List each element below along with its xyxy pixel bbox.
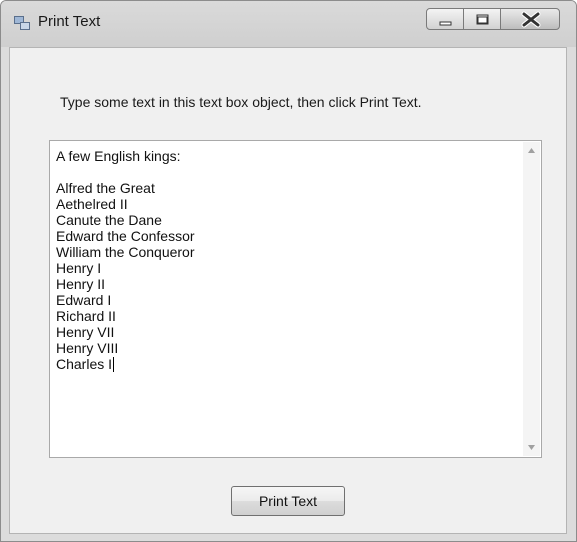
print-text-button[interactable]: Print Text: [231, 486, 345, 516]
textbox-line: Henry VII: [56, 324, 115, 340]
caption-buttons: [426, 8, 566, 34]
window-title: Print Text: [38, 13, 101, 30]
textbox-line: Canute the Dane: [56, 212, 162, 228]
arrow-up-icon: [528, 148, 535, 153]
textbox-line: William the Conqueror: [56, 244, 195, 260]
textbox-line: Richard II: [56, 308, 116, 324]
print-text-textbox[interactable]: A few English kings:​Alfred the GreatAet…: [49, 140, 542, 458]
textbox-line: ​: [56, 164, 195, 180]
textbox-line: Aethelred II: [56, 196, 128, 212]
maximize-icon: [476, 14, 489, 25]
textbox-line: Henry VIII: [56, 340, 119, 356]
title-bar[interactable]: Print Text: [1, 1, 576, 47]
scroll-down-button[interactable]: [523, 439, 540, 456]
form-client-area: Type some text in this text box object, …: [9, 47, 567, 534]
form-window-icon[interactable]: [14, 16, 30, 30]
vertical-scrollbar[interactable]: [523, 142, 540, 456]
textbox-last-line: Charles I: [56, 356, 195, 372]
textbox-line: Henry I: [56, 260, 102, 276]
arrow-down-icon: [528, 445, 535, 450]
textbox-line: Edward I: [56, 292, 112, 308]
text-caret: [113, 357, 115, 372]
instruction-label: Type some text in this text box object, …: [60, 94, 422, 110]
minimize-button[interactable]: [426, 8, 464, 30]
textbox-line: Charles I: [56, 356, 113, 372]
minimize-icon: [439, 21, 452, 26]
textbox-line: A few English kings:: [56, 148, 181, 164]
textbox-line: Edward the Confessor: [56, 228, 195, 244]
close-icon: [521, 11, 541, 28]
textbox-line: Alfred the Great: [56, 180, 155, 196]
print-text-window: Print Text Type some text in this text b…: [0, 0, 577, 542]
maximize-button[interactable]: [463, 8, 501, 30]
scroll-up-button[interactable]: [523, 142, 540, 159]
textbox-line: Henry II: [56, 276, 106, 292]
textbox-content: A few English kings:​Alfred the GreatAet…: [56, 148, 195, 372]
close-button[interactable]: [500, 8, 560, 30]
